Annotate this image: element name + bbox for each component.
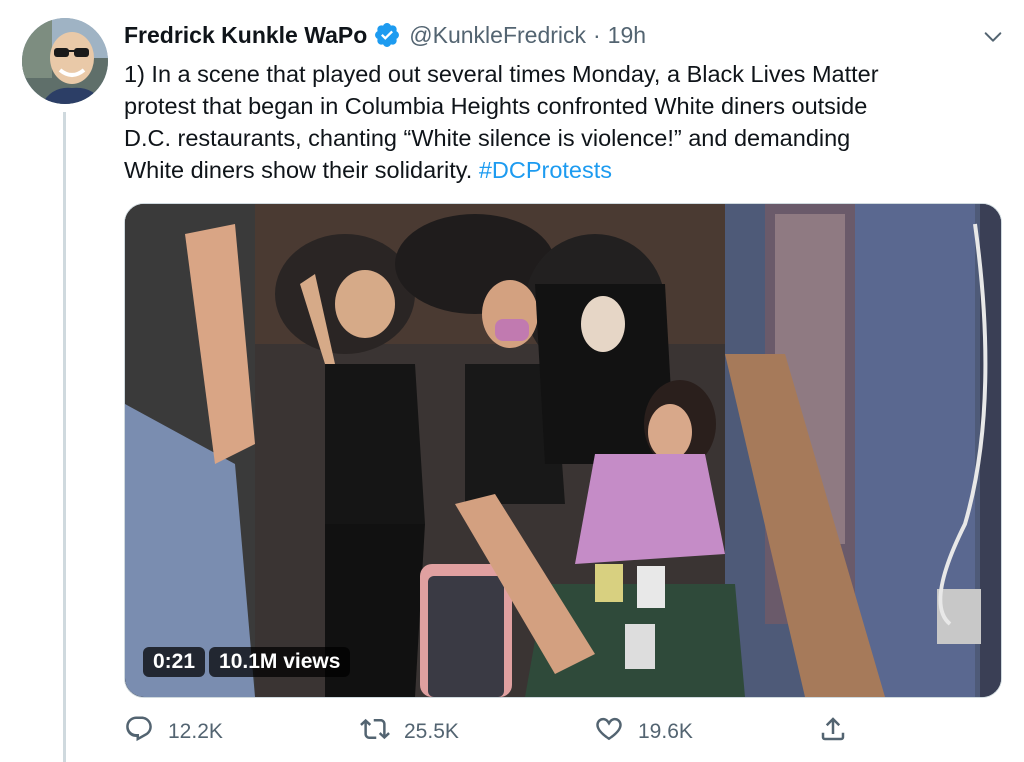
video-badges: 0:21 10.1M views <box>143 647 351 677</box>
thread-line <box>63 112 66 762</box>
share-button[interactable] <box>818 712 848 752</box>
tweet-text-line: 1) In a scene that played out several ti… <box>124 61 879 87</box>
tweet-text-line: White diners show their solidarity. #DCP… <box>124 154 994 186</box>
share-icon <box>818 714 848 750</box>
display-name[interactable]: Fredrick Kunkle WaPo <box>124 20 367 50</box>
tweet-text-last: White diners show their solidarity. <box>124 157 479 183</box>
video-time: 0:21 <box>143 647 206 677</box>
video-frame <box>125 204 1001 697</box>
author-handle[interactable]: @KunkleFredrick <box>409 20 586 50</box>
tweet-timestamp[interactable]: 19h <box>608 20 646 50</box>
video-views: 10.1M views <box>209 647 351 677</box>
retweet-icon <box>360 714 390 750</box>
reply-icon <box>124 714 154 750</box>
reply-button[interactable]: 12.2K <box>124 712 223 752</box>
reply-count: 12.2K <box>168 720 223 743</box>
like-count: 19.6K <box>638 720 693 743</box>
tweet-text-line: protest that began in Columbia Heights c… <box>124 93 868 119</box>
separator-dot: · <box>593 22 601 48</box>
retweet-count: 25.5K <box>404 720 459 743</box>
action-bar: 12.2K 25.5K 19.6K <box>124 712 864 752</box>
tweet-header: Fredrick Kunkle WaPo @KunkleFredrick · 1… <box>124 18 1004 52</box>
verified-badge-icon <box>373 21 401 49</box>
avatar[interactable] <box>22 18 108 104</box>
more-options-chevron-icon[interactable] <box>980 24 1006 50</box>
retweet-button[interactable]: 25.5K <box>360 712 459 752</box>
tweet[interactable]: Fredrick Kunkle WaPo @KunkleFredrick · 1… <box>0 0 1024 762</box>
tweet-text: 1) In a scene that played out several ti… <box>124 58 994 186</box>
tweet-text-line: D.C. restaurants, chanting “White silenc… <box>124 125 851 151</box>
video-player[interactable]: 0:21 10.1M views <box>124 203 1002 698</box>
heart-icon <box>594 714 624 750</box>
like-button[interactable]: 19.6K <box>594 712 693 752</box>
avatar-image <box>22 18 108 104</box>
hashtag-link[interactable]: #DCProtests <box>479 157 612 183</box>
